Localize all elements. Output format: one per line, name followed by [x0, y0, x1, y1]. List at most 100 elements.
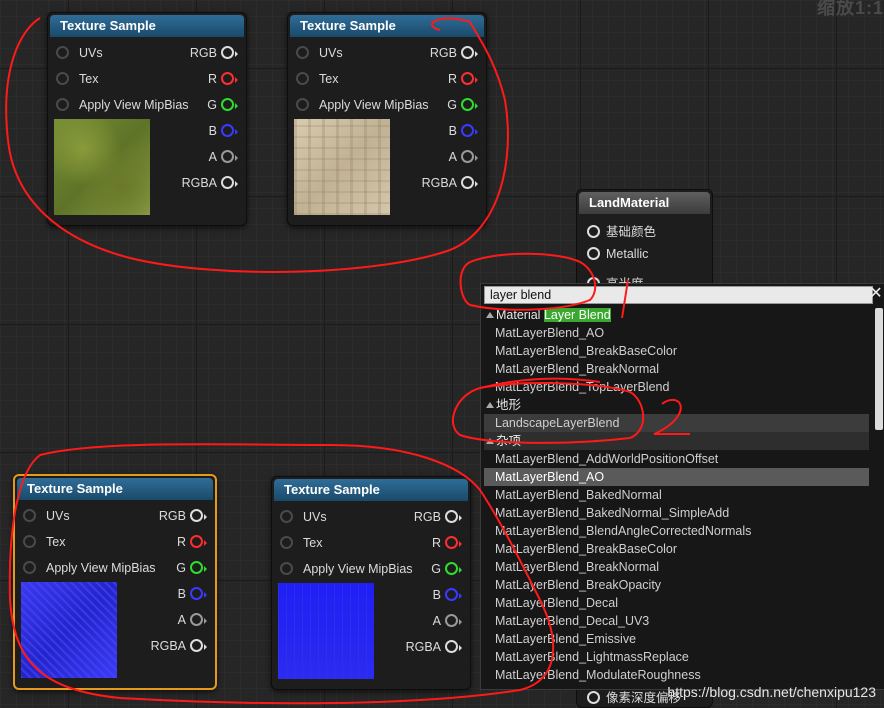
pin-circle-icon[interactable]	[56, 72, 69, 85]
output-pin-a[interactable]: A	[178, 613, 207, 627]
pin-circle-icon[interactable]	[190, 535, 203, 548]
list-item[interactable]: MatLayerBlend_AO	[484, 468, 869, 486]
texture-sample-node-normal[interactable]: Texture Sample UVs Tex Apply View MipBias RG…	[271, 476, 471, 690]
list-item-landscape-layer-blend[interactable]: LandscapeLayerBlend	[484, 414, 869, 432]
output-pin-r[interactable]: R	[208, 72, 238, 86]
pin-base-color[interactable]: 基础颜色	[587, 221, 656, 240]
list-item[interactable]: MatLayerBlend_TopLayerBlend	[484, 378, 869, 396]
output-pin-r[interactable]: R	[448, 72, 478, 86]
input-pin-tex[interactable]: Tex	[23, 535, 65, 549]
output-pin-rgba[interactable]: RGBA	[422, 176, 478, 190]
output-pin-rgba[interactable]: RGBA	[151, 639, 207, 653]
output-pin-r[interactable]: R	[177, 535, 207, 549]
pin-circle-icon[interactable]	[461, 72, 474, 85]
pin-circle-icon[interactable]	[445, 614, 458, 627]
pin-circle-icon[interactable]	[23, 509, 36, 522]
pin-circle-icon[interactable]	[221, 176, 234, 189]
output-pin-g[interactable]: G	[447, 98, 478, 112]
input-pin-uvs[interactable]: UVs	[56, 46, 103, 60]
input-pin-apply-view-mipbias[interactable]: Apply View MipBias	[56, 98, 189, 112]
list-item[interactable]: MatLayerBlend_BreakBaseColor	[484, 342, 869, 360]
collapse-triangle-icon[interactable]	[486, 438, 494, 444]
pin-circle-icon[interactable]	[445, 510, 458, 523]
pin-circle-icon[interactable]	[445, 588, 458, 601]
list-item[interactable]: MatLayerBlend_AO	[484, 324, 869, 342]
pin-circle-icon[interactable]	[23, 535, 36, 548]
output-pin-b[interactable]: B	[449, 124, 478, 138]
list-item[interactable]: MatLayerBlend_BakedNormal_SimpleAdd	[484, 504, 869, 522]
pin-circle-icon[interactable]	[280, 562, 293, 575]
input-pin-apply-view-mipbias[interactable]: Apply View MipBias	[280, 562, 413, 576]
list-item[interactable]: MatLayerBlend_AddWorldPositionOffset	[484, 450, 869, 468]
pin-circle-icon[interactable]	[296, 46, 309, 59]
pin-circle-icon[interactable]	[461, 124, 474, 137]
collapse-triangle-icon[interactable]	[486, 402, 494, 408]
list-item[interactable]: MatLayerBlend_BakedNormal	[484, 486, 869, 504]
action-menu[interactable]: layer blend ✕ Material Layer Blend MatLa…	[480, 283, 884, 690]
pin-circle-icon[interactable]	[587, 691, 600, 704]
pin-circle-icon[interactable]	[296, 98, 309, 111]
category-terrain[interactable]: 地形	[484, 396, 869, 414]
output-pin-rgba[interactable]: RGBA	[406, 640, 462, 654]
output-pin-g[interactable]: G	[431, 562, 462, 576]
output-pin-rgb[interactable]: RGB	[190, 46, 238, 60]
list-item[interactable]: MatLayerBlend_Decal	[484, 594, 869, 612]
category-misc[interactable]: 杂项	[484, 432, 869, 450]
pin-circle-icon[interactable]	[221, 72, 234, 85]
pin-circle-icon[interactable]	[23, 561, 36, 574]
output-pin-rgba[interactable]: RGBA	[182, 176, 238, 190]
close-icon[interactable]: ✕	[868, 285, 884, 303]
list-item[interactable]: MatLayerBlend_ModulateRoughness	[484, 666, 869, 684]
action-list[interactable]: Material Layer Blend MatLayerBlend_AO Mat…	[484, 306, 869, 686]
input-pin-tex[interactable]: Tex	[296, 72, 338, 86]
pin-circle-icon[interactable]	[56, 98, 69, 111]
pin-circle-icon[interactable]	[190, 639, 203, 652]
pin-circle-icon[interactable]	[461, 46, 474, 59]
input-pin-apply-view-mipbias[interactable]: Apply View MipBias	[296, 98, 429, 112]
pin-metallic[interactable]: Metallic	[587, 247, 648, 261]
input-pin-uvs[interactable]: UVs	[296, 46, 343, 60]
pin-circle-icon[interactable]	[461, 150, 474, 163]
pin-circle-icon[interactable]	[461, 176, 474, 189]
pin-circle-icon[interactable]	[461, 98, 474, 111]
output-pin-b[interactable]: B	[178, 587, 207, 601]
pin-circle-icon[interactable]	[56, 46, 69, 59]
output-pin-a[interactable]: A	[449, 150, 478, 164]
search-input[interactable]: layer blend	[484, 286, 873, 304]
input-pin-apply-view-mipbias[interactable]: Apply View MipBias	[23, 561, 156, 575]
pin-circle-icon[interactable]	[221, 124, 234, 137]
pin-circle-icon[interactable]	[280, 536, 293, 549]
pin-circle-icon[interactable]	[445, 562, 458, 575]
input-pin-uvs[interactable]: UVs	[280, 510, 327, 524]
output-pin-b[interactable]: B	[209, 124, 238, 138]
output-pin-a[interactable]: A	[433, 614, 462, 628]
output-pin-a[interactable]: A	[209, 150, 238, 164]
list-item[interactable]: MatLayerBlend_BreakNormal	[484, 558, 869, 576]
output-pin-rgb[interactable]: RGB	[414, 510, 462, 524]
pin-circle-icon[interactable]	[221, 98, 234, 111]
list-item[interactable]: MatLayerBlend_BreakNormal	[484, 360, 869, 378]
category-material-layer-blend[interactable]: Material Layer Blend	[484, 306, 869, 324]
texture-sample-node-stone[interactable]: Texture Sample UVs Tex Apply View MipBias RG…	[287, 12, 487, 226]
pin-circle-icon[interactable]	[190, 587, 203, 600]
pin-circle-icon[interactable]	[221, 46, 234, 59]
output-pin-b[interactable]: B	[433, 588, 462, 602]
output-pin-rgb[interactable]: RGB	[159, 509, 207, 523]
list-item[interactable]: MatLayerBlend_Emissive	[484, 630, 869, 648]
pin-circle-icon[interactable]	[190, 509, 203, 522]
pin-circle-icon[interactable]	[296, 72, 309, 85]
pin-circle-icon[interactable]	[445, 640, 458, 653]
list-item[interactable]: MatLayerBlend_BreakOpacity	[484, 576, 869, 594]
list-item[interactable]: MatLayerBlend_BlendAngleCorrectedNormals	[484, 522, 869, 540]
output-pin-g[interactable]: G	[207, 98, 238, 112]
pin-circle-icon[interactable]	[221, 150, 234, 163]
input-pin-uvs[interactable]: UVs	[23, 509, 70, 523]
pin-circle-icon[interactable]	[190, 561, 203, 574]
list-item[interactable]: MatLayerBlend_LightmassReplace	[484, 648, 869, 666]
pin-circle-icon[interactable]	[280, 510, 293, 523]
pin-circle-icon[interactable]	[445, 536, 458, 549]
collapse-triangle-icon[interactable]	[486, 312, 494, 318]
input-pin-tex[interactable]: Tex	[56, 72, 98, 86]
scrollbar[interactable]	[875, 308, 883, 430]
pin-circle-icon[interactable]	[190, 613, 203, 626]
